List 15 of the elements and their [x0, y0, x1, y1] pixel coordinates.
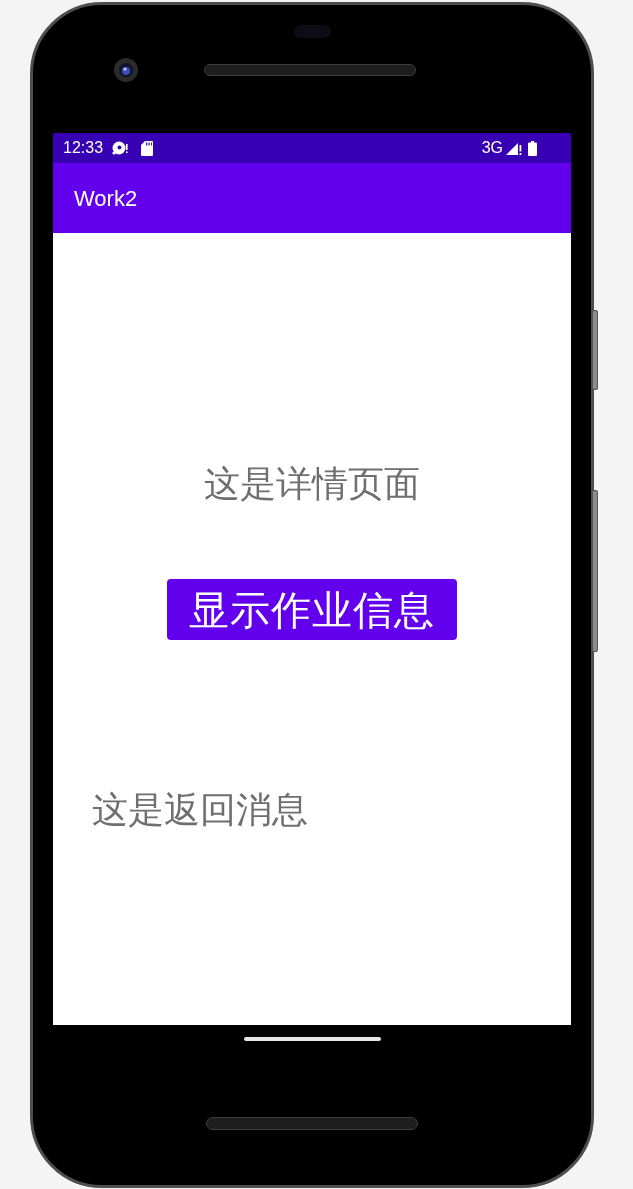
page-heading: 这是详情页面	[204, 464, 420, 504]
side-button[interactable]	[592, 490, 598, 652]
signal-alert-icon	[506, 141, 522, 155]
camera-lens-icon	[114, 58, 138, 82]
battery-icon	[528, 140, 537, 156]
return-message: 这是返回消息	[92, 790, 308, 830]
status-time: 12:33	[63, 139, 104, 157]
network-type: 3G	[481, 139, 503, 157]
show-info-button[interactable]: 显示作业信息	[167, 579, 457, 640]
app-bar-title: Work2	[74, 184, 138, 213]
sensor-pill	[293, 25, 331, 38]
disc-alert-icon	[112, 141, 129, 155]
home-indicator[interactable]	[243, 1037, 381, 1041]
side-button[interactable]	[592, 310, 598, 390]
sd-card-icon	[141, 140, 154, 156]
